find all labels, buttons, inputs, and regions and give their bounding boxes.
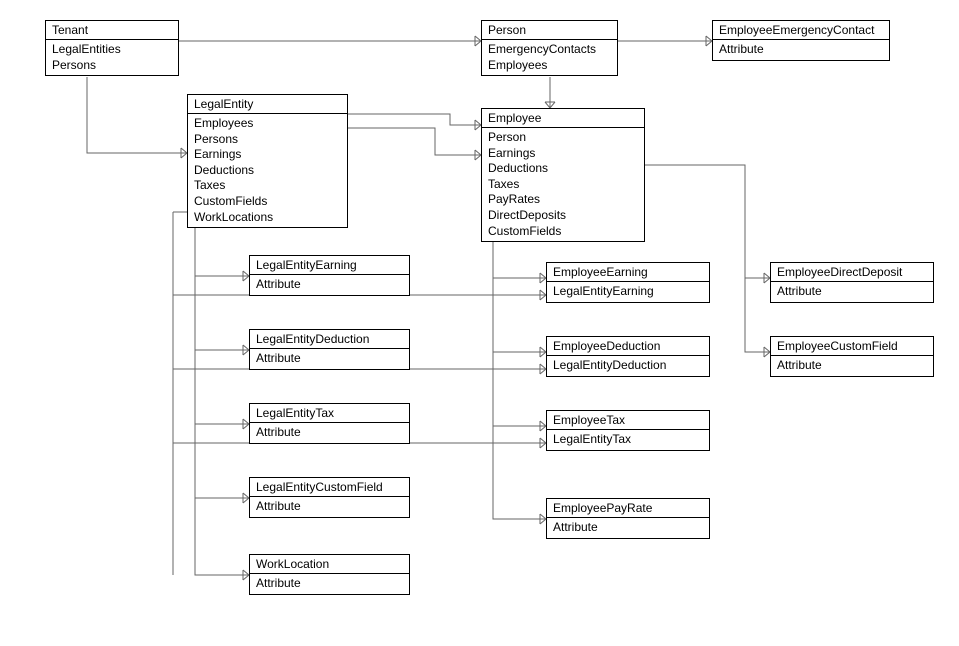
entity-body: Attribute xyxy=(713,40,889,60)
attr: Taxes xyxy=(194,178,341,194)
entity-emp-direct-deposit: EmployeeDirectDeposit Attribute xyxy=(770,262,934,303)
attr: LegalEntityTax xyxy=(553,432,703,448)
attr: CustomFields xyxy=(488,224,638,240)
entity-title: EmployeeDeduction xyxy=(547,337,709,356)
entity-title: Employee xyxy=(482,109,644,128)
entity-title: EmployeePayRate xyxy=(547,499,709,518)
attr: Attribute xyxy=(256,277,403,293)
attr: Attribute xyxy=(256,499,403,515)
entity-body: EmergencyContacts Employees xyxy=(482,40,617,75)
entity-le-earning: LegalEntityEarning Attribute xyxy=(249,255,410,296)
attr: Attribute xyxy=(719,42,883,58)
entity-emergency-contact: EmployeeEmergencyContact Attribute xyxy=(712,20,890,61)
attr: EmergencyContacts xyxy=(488,42,611,58)
entity-title: LegalEntityTax xyxy=(250,404,409,423)
entity-body: Attribute xyxy=(250,275,409,295)
entity-emp-custom: EmployeeCustomField Attribute xyxy=(770,336,934,377)
entity-title: EmployeeEmergencyContact xyxy=(713,21,889,40)
attr: Persons xyxy=(52,58,172,74)
entity-title: EmployeeEarning xyxy=(547,263,709,282)
attr: Earnings xyxy=(488,146,638,162)
entity-body: Attribute xyxy=(250,349,409,369)
entity-emp-tax: EmployeeTax LegalEntityTax xyxy=(546,410,710,451)
entity-title: WorkLocation xyxy=(250,555,409,574)
entity-legal-entity: LegalEntity Employees Persons Earnings D… xyxy=(187,94,348,228)
attr: DirectDeposits xyxy=(488,208,638,224)
entity-work-location: WorkLocation Attribute xyxy=(249,554,410,595)
attr: Employees xyxy=(488,58,611,74)
entity-body: Attribute xyxy=(547,518,709,538)
entity-title: LegalEntityEarning xyxy=(250,256,409,275)
attr: LegalEntityDeduction xyxy=(553,358,703,374)
entity-body: Attribute xyxy=(771,282,933,302)
entity-body: LegalEntities Persons xyxy=(46,40,178,75)
entity-employee: Employee Person Earnings Deductions Taxe… xyxy=(481,108,645,242)
entity-title: Person xyxy=(482,21,617,40)
attr: Employees xyxy=(194,116,341,132)
entity-body: LegalEntityDeduction xyxy=(547,356,709,376)
attr: Attribute xyxy=(256,351,403,367)
entity-le-custom: LegalEntityCustomField Attribute xyxy=(249,477,410,518)
attr: Persons xyxy=(194,132,341,148)
entity-body: Attribute xyxy=(250,497,409,517)
attr: CustomFields xyxy=(194,194,341,210)
entity-le-deduction: LegalEntityDeduction Attribute xyxy=(249,329,410,370)
attr: Taxes xyxy=(488,177,638,193)
entity-emp-deduction: EmployeeDeduction LegalEntityDeduction xyxy=(546,336,710,377)
entity-body: Attribute xyxy=(250,574,409,594)
entity-tenant: Tenant LegalEntities Persons xyxy=(45,20,179,76)
attr: LegalEntities xyxy=(52,42,172,58)
entity-title: EmployeeDirectDeposit xyxy=(771,263,933,282)
connector-lines xyxy=(0,0,959,646)
attr: Attribute xyxy=(256,425,403,441)
entity-body: Person Earnings Deductions Taxes PayRate… xyxy=(482,128,644,241)
entity-body: LegalEntityTax xyxy=(547,430,709,450)
entity-body: Employees Persons Earnings Deductions Ta… xyxy=(188,114,347,227)
entity-title: LegalEntityDeduction xyxy=(250,330,409,349)
entity-body: Attribute xyxy=(250,423,409,443)
attr: Person xyxy=(488,130,638,146)
attr: Deductions xyxy=(488,161,638,177)
entity-title: Tenant xyxy=(46,21,178,40)
attr: Attribute xyxy=(777,284,927,300)
entity-emp-payrate: EmployeePayRate Attribute xyxy=(546,498,710,539)
entity-title: LegalEntityCustomField xyxy=(250,478,409,497)
entity-person: Person EmergencyContacts Employees xyxy=(481,20,618,76)
entity-emp-earning: EmployeeEarning LegalEntityEarning xyxy=(546,262,710,303)
attr: Earnings xyxy=(194,147,341,163)
entity-title: LegalEntity xyxy=(188,95,347,114)
attr: LegalEntityEarning xyxy=(553,284,703,300)
attr: Attribute xyxy=(777,358,927,374)
attr: Attribute xyxy=(256,576,403,592)
entity-body: LegalEntityEarning xyxy=(547,282,709,302)
attr: Attribute xyxy=(553,520,703,536)
entity-title: EmployeeCustomField xyxy=(771,337,933,356)
entity-body: Attribute xyxy=(771,356,933,376)
attr: PayRates xyxy=(488,192,638,208)
attr: WorkLocations xyxy=(194,210,341,226)
entity-le-tax: LegalEntityTax Attribute xyxy=(249,403,410,444)
attr: Deductions xyxy=(194,163,341,179)
entity-title: EmployeeTax xyxy=(547,411,709,430)
